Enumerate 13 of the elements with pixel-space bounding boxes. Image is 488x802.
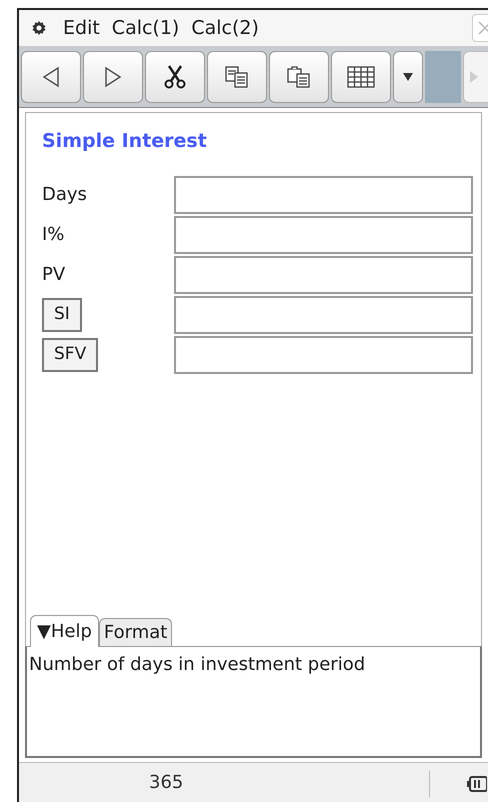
field-label: I% [42,224,64,245]
field-label: Days [42,184,87,205]
menu-item[interactable]: Calc(2) [191,14,259,42]
status-value: 365 [149,771,184,795]
form-title: Simple Interest [42,129,208,154]
tab[interactable]: ▼Help [30,615,99,647]
help-text: Number of days in investment period [28,653,366,677]
tab[interactable]: Format [98,618,172,646]
field-label: PV [42,264,66,285]
menu-item[interactable]: Edit [63,14,100,42]
calculate-button[interactable]: SI [42,298,82,332]
menu-item[interactable]: Calc(1) [112,14,180,42]
calculate-button[interactable]: SFV [42,338,98,372]
